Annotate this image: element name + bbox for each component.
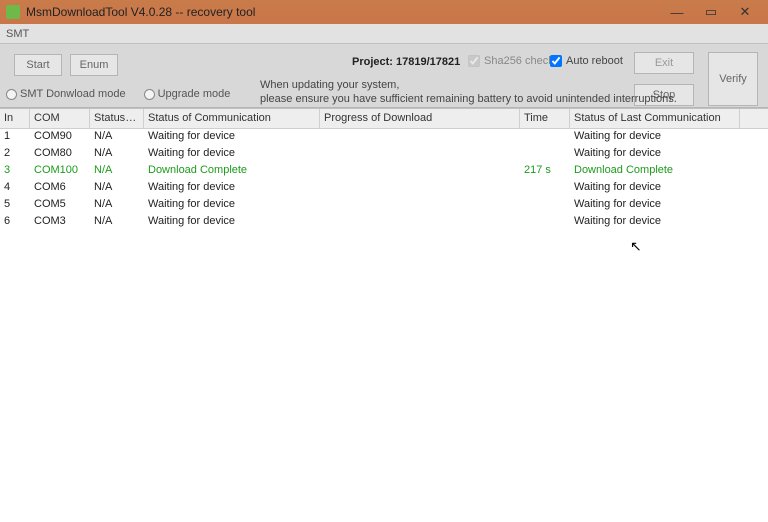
- cell-prog: [320, 163, 520, 180]
- mode-radio-group: SMT Donwload mode Upgrade mode: [6, 88, 230, 100]
- cell-prog: [320, 129, 520, 146]
- cell-prog: [320, 214, 520, 231]
- col-com[interactable]: COM: [30, 109, 90, 128]
- device-table: In COM Status o... Status of Communicati…: [0, 108, 768, 522]
- titlebar: MsmDownloadTool V4.0.28 -- recovery tool…: [0, 0, 768, 24]
- table-row[interactable]: 1COM90N/AWaiting for deviceWaiting for d…: [0, 129, 768, 146]
- cell-last: Waiting for device: [570, 197, 740, 214]
- cell-stat: N/A: [90, 197, 144, 214]
- cell-com: COM90: [30, 129, 90, 146]
- cell-prog: [320, 146, 520, 163]
- cell-time: [520, 129, 570, 146]
- cell-com: COM80: [30, 146, 90, 163]
- enum-button[interactable]: Enum: [70, 54, 118, 76]
- verify-button[interactable]: Verify: [708, 52, 758, 106]
- cell-last: Waiting for device: [570, 180, 740, 197]
- app-icon: [6, 5, 20, 19]
- cell-time: 217 s: [520, 163, 570, 180]
- cell-in: 1: [0, 129, 30, 146]
- cell-last: Waiting for device: [570, 129, 740, 146]
- col-in[interactable]: In: [0, 109, 30, 128]
- radio-dot-icon: [144, 89, 155, 100]
- warning-line1: When updating your system,: [260, 78, 677, 92]
- cell-in: 2: [0, 146, 30, 163]
- sha256-check-input[interactable]: [468, 55, 480, 67]
- cell-stat: N/A: [90, 214, 144, 231]
- table-row[interactable]: 3COM100N/ADownload Complete217 sDownload…: [0, 163, 768, 180]
- mode-download-label: SMT Donwload mode: [20, 88, 126, 100]
- cell-in: 6: [0, 214, 30, 231]
- auto-reboot-checkbox[interactable]: Auto reboot: [550, 55, 623, 67]
- table-body: 1COM90N/AWaiting for deviceWaiting for d…: [0, 129, 768, 231]
- auto-reboot-input[interactable]: [550, 55, 562, 67]
- mode-download-radio[interactable]: SMT Donwload mode: [6, 88, 126, 100]
- minimize-button[interactable]: —: [660, 2, 694, 22]
- window-title: MsmDownloadTool V4.0.28 -- recovery tool: [26, 5, 660, 19]
- cell-com: COM6: [30, 180, 90, 197]
- cell-comm: Waiting for device: [144, 197, 320, 214]
- cell-in: 5: [0, 197, 30, 214]
- cell-prog: [320, 180, 520, 197]
- maximize-button[interactable]: ▭: [694, 2, 728, 22]
- cell-stat: N/A: [90, 146, 144, 163]
- project-value: 17819/17821: [396, 56, 460, 68]
- cell-com: COM100: [30, 163, 90, 180]
- tab-smt[interactable]: SMT: [0, 24, 768, 44]
- project-label: Project:: [352, 56, 393, 68]
- cell-last: Download Complete: [570, 163, 740, 180]
- cell-time: [520, 214, 570, 231]
- cell-in: 3: [0, 163, 30, 180]
- cell-comm: Waiting for device: [144, 129, 320, 146]
- auto-reboot-label: Auto reboot: [566, 55, 623, 67]
- col-comm[interactable]: Status of Communication: [144, 109, 320, 128]
- col-time[interactable]: Time: [520, 109, 570, 128]
- col-last[interactable]: Status of Last Communication: [570, 109, 740, 128]
- table-header: In COM Status o... Status of Communicati…: [0, 109, 768, 129]
- col-status[interactable]: Status o...: [90, 109, 144, 128]
- sha256-checkbox[interactable]: Sha256 check: [468, 55, 554, 67]
- sha256-label: Sha256 check: [484, 55, 554, 67]
- cell-stat: N/A: [90, 129, 144, 146]
- toolbar: Start Enum Project: 17819/17821 Sha256 c…: [0, 44, 768, 108]
- mode-upgrade-radio[interactable]: Upgrade mode: [144, 88, 231, 100]
- cell-comm: Waiting for device: [144, 146, 320, 163]
- cell-prog: [320, 197, 520, 214]
- mode-upgrade-label: Upgrade mode: [158, 88, 231, 100]
- cell-stat: N/A: [90, 163, 144, 180]
- cell-time: [520, 180, 570, 197]
- cell-time: [520, 197, 570, 214]
- cell-time: [520, 146, 570, 163]
- start-button[interactable]: Start: [14, 54, 62, 76]
- table-row[interactable]: 5COM5N/AWaiting for deviceWaiting for de…: [0, 197, 768, 214]
- radio-dot-icon: [6, 89, 17, 100]
- cell-comm: Waiting for device: [144, 180, 320, 197]
- exit-button[interactable]: Exit: [634, 52, 694, 74]
- col-progress[interactable]: Progress of Download: [320, 109, 520, 128]
- cell-last: Waiting for device: [570, 146, 740, 163]
- close-button[interactable]: ✕: [728, 2, 762, 22]
- warning-line2: please ensure you have sufficient remain…: [260, 92, 677, 106]
- table-row[interactable]: 6COM3N/AWaiting for deviceWaiting for de…: [0, 214, 768, 231]
- cell-comm: Waiting for device: [144, 214, 320, 231]
- table-row[interactable]: 4COM6N/AWaiting for deviceWaiting for de…: [0, 180, 768, 197]
- warning-text: When updating your system, please ensure…: [260, 78, 677, 107]
- cell-in: 4: [0, 180, 30, 197]
- cell-last: Waiting for device: [570, 214, 740, 231]
- cell-com: COM3: [30, 214, 90, 231]
- cell-comm: Download Complete: [144, 163, 320, 180]
- cell-stat: N/A: [90, 180, 144, 197]
- cell-com: COM5: [30, 197, 90, 214]
- table-row[interactable]: 2COM80N/AWaiting for deviceWaiting for d…: [0, 146, 768, 163]
